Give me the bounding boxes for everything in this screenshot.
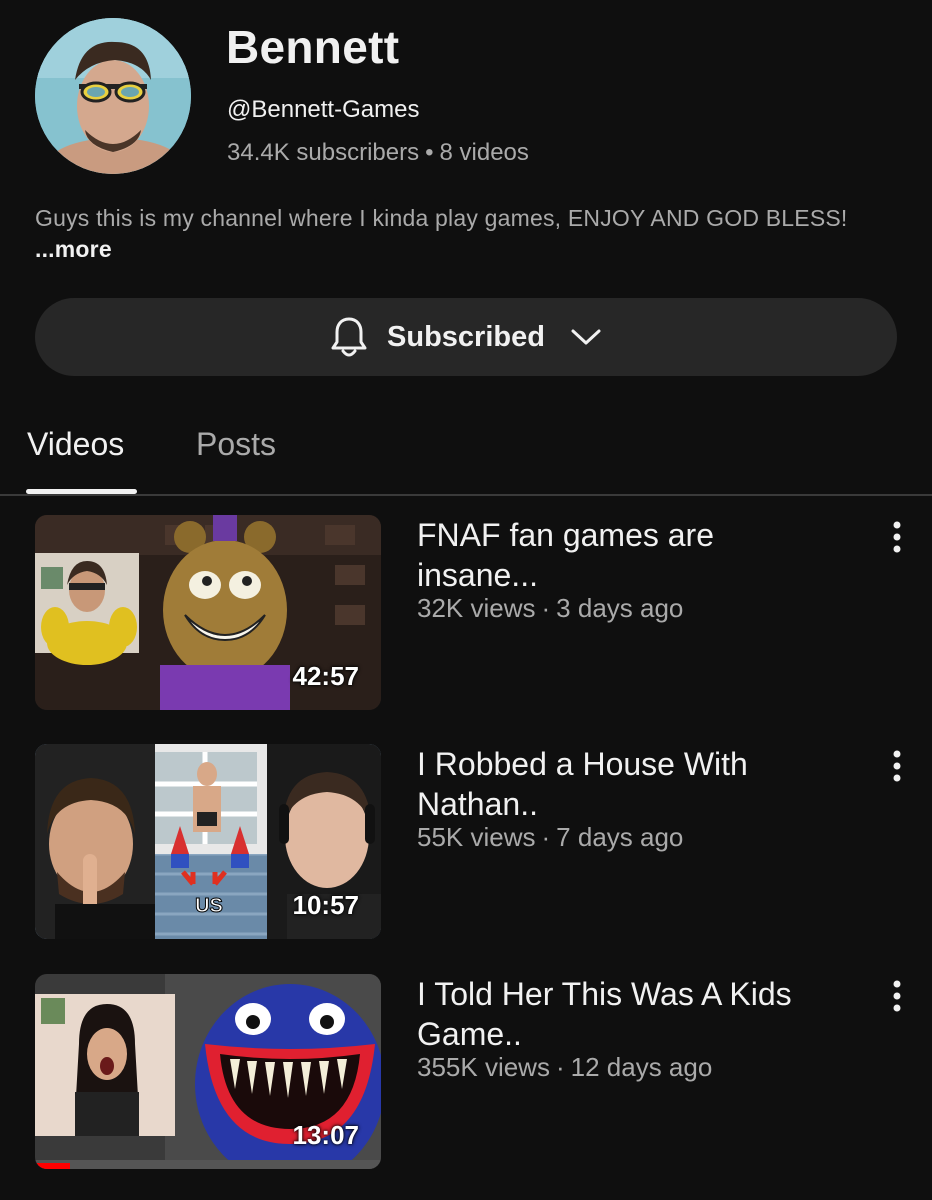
video-item[interactable]: 42:57 FNAF fan games are insane... 32K v… — [35, 515, 915, 711]
description-text: Guys this is my channel where I kinda pl… — [35, 205, 848, 231]
video-duration: 13:07 — [292, 1120, 360, 1150]
tab-posts[interactable]: Posts — [196, 426, 276, 463]
channel-meta: 34.4K subscribers • 8 videos — [227, 139, 529, 167]
video-stats: 355K views · 12 days ago — [417, 1052, 712, 1083]
view-count: 32K views — [417, 593, 536, 623]
channel-description[interactable]: Guys this is my channel where I kinda pl… — [35, 203, 895, 265]
stats-separator: · — [555, 1052, 565, 1082]
video-item[interactable]: 13:07 I Told Her This Was A Kids Game.. … — [35, 974, 915, 1170]
video-stats: 55K views · 7 days ago — [417, 822, 683, 853]
subscriber-count: 34.4K subscribers — [227, 139, 420, 166]
more-options-icon[interactable] — [887, 978, 907, 1014]
video-item[interactable]: US 10:57 I Robbed a House With Nathan.. … — [35, 744, 915, 940]
channel-name: Bennett — [226, 21, 400, 73]
video-title[interactable]: I Told Her This Was A Kids Game.. — [417, 974, 837, 1054]
bell-icon — [331, 317, 367, 357]
more-options-icon[interactable] — [887, 748, 907, 784]
channel-handle: @Bennett-Games — [227, 96, 420, 123]
subscribed-button[interactable]: Subscribed — [35, 298, 897, 376]
channel-tabs: Videos Posts — [0, 410, 932, 496]
meta-separator: • — [425, 139, 434, 166]
video-duration: 10:57 — [292, 890, 360, 920]
subscribed-label: Subscribed — [387, 320, 545, 353]
thumbnail-label: US — [195, 895, 223, 917]
upload-age: 12 days ago — [570, 1052, 713, 1082]
video-count: 8 videos — [439, 139, 529, 166]
upload-age: 7 days ago — [556, 822, 684, 852]
channel-avatar[interactable] — [35, 18, 191, 174]
view-count: 355K views — [417, 1052, 550, 1082]
stats-separator: · — [541, 822, 551, 852]
video-thumbnail[interactable]: 42:57 — [35, 515, 381, 710]
more-link[interactable]: ...more — [35, 236, 112, 262]
video-stats: 32K views · 3 days ago — [417, 593, 683, 624]
active-tab-indicator — [26, 489, 137, 494]
video-duration: 42:57 — [292, 661, 360, 691]
tab-videos[interactable]: Videos — [27, 426, 124, 463]
stats-separator: · — [541, 593, 551, 623]
view-count: 55K views — [417, 822, 536, 852]
video-title[interactable]: I Robbed a House With Nathan.. — [417, 744, 837, 824]
avatar-image — [35, 18, 191, 174]
more-options-icon[interactable] — [887, 519, 907, 555]
upload-age: 3 days ago — [556, 593, 684, 623]
channel-header: Bennett @Bennett-Games 34.4K subscribers… — [35, 18, 905, 178]
video-thumbnail[interactable]: 13:07 — [35, 974, 381, 1169]
watch-progress-bar — [35, 1163, 70, 1169]
video-title[interactable]: FNAF fan games are insane... — [417, 515, 837, 595]
chevron-down-icon — [571, 329, 601, 345]
video-thumbnail[interactable]: US 10:57 — [35, 744, 381, 939]
